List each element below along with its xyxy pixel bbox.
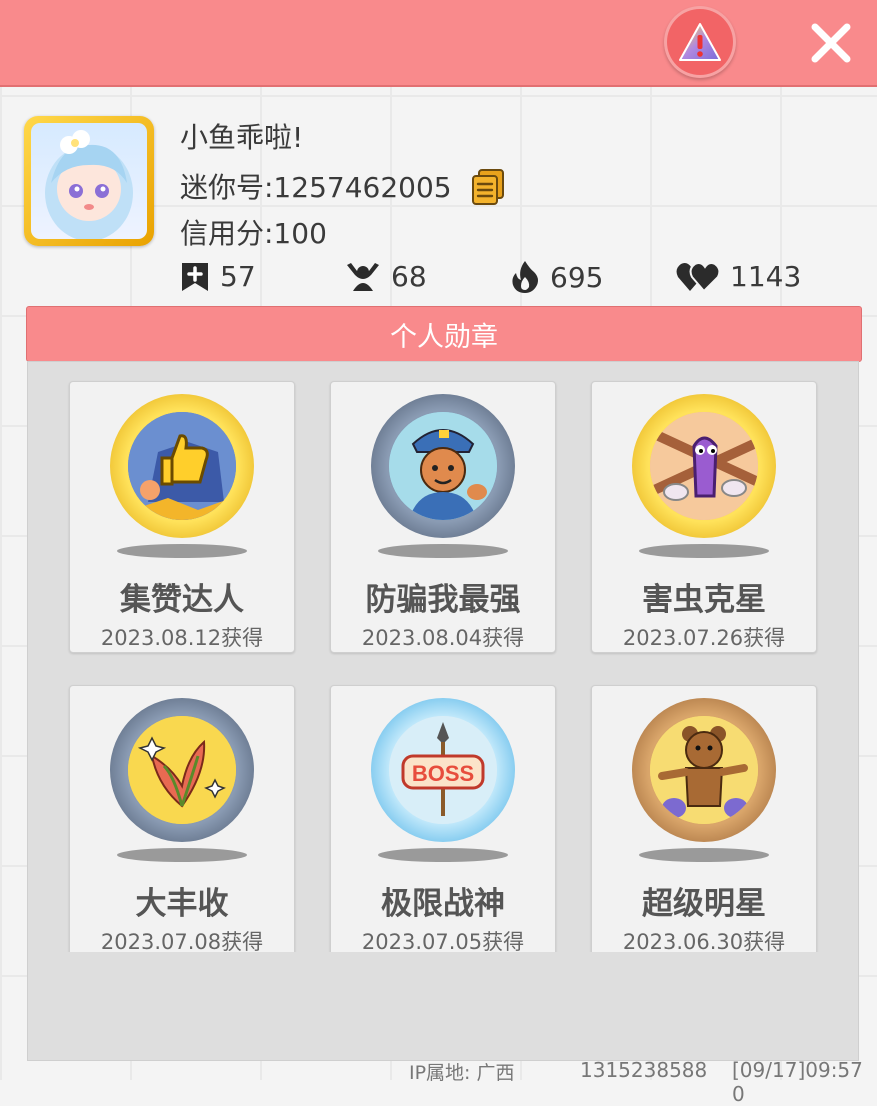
star-bear-medal-icon	[632, 698, 776, 842]
police-medal-icon	[371, 394, 515, 538]
medal-shadow	[378, 848, 508, 862]
avatar-image	[31, 123, 147, 239]
close-icon	[811, 23, 851, 63]
thumbs-up-medal-icon	[110, 394, 254, 538]
medal-date: 2023.07.26获得	[622, 626, 786, 650]
bookmark-plus-icon	[182, 262, 208, 291]
stat-likes: 1143	[676, 260, 801, 293]
medal-date: 2023.07.05获得	[361, 930, 525, 952]
stat-value: 695	[550, 260, 604, 294]
copy-icon	[471, 169, 504, 205]
stat-value: 1143	[730, 260, 802, 293]
medal-panel[interactable]: 集赞达人 2023.08.12获得 防骗我最强 2023.08.04获得 害虫克…	[27, 361, 859, 1061]
top-bar	[0, 0, 877, 87]
medal-name: 害虫克星	[642, 582, 766, 618]
medal-name: 集赞达人	[120, 582, 244, 618]
user-uid: 1315238588	[580, 1058, 708, 1082]
medal-name: 防骗我最强	[365, 582, 521, 618]
medal-name: 极限战神	[381, 886, 505, 922]
avatar[interactable]	[24, 116, 154, 246]
bug-medal-icon	[632, 394, 776, 538]
stat-popularity: 695	[510, 260, 603, 294]
timestamp: [09/17]09:57 0	[732, 1058, 863, 1106]
medal-name: 大丰收	[135, 886, 229, 922]
medal-card[interactable]: 集赞达人 2023.08.12获得	[69, 381, 295, 653]
stat-value: 57	[220, 260, 256, 293]
username: 小鱼乖啦!	[180, 121, 304, 154]
medal-shadow	[378, 544, 508, 558]
medal-date: 2023.08.04获得	[361, 626, 525, 650]
ip-location: IP属地: 广西	[409, 1062, 515, 1084]
medal-shadow	[639, 848, 769, 862]
mini-id: 迷你号:1257462005	[180, 171, 452, 204]
medal-card[interactable]: 超级明星 2023.06.30获得	[591, 685, 817, 952]
medal-name: 超级明星	[642, 886, 766, 922]
svg-text:BOSS: BOSS	[412, 761, 474, 786]
heart-icon	[676, 261, 720, 292]
medal-grid: 集赞达人 2023.08.12获得 防骗我最强 2023.08.04获得 害虫克…	[28, 362, 858, 952]
medal-card[interactable]: 大丰收 2023.07.08获得	[69, 685, 295, 952]
mini-id-row: 迷你号:1257462005	[180, 166, 506, 206]
credit-score: 信用分:100	[180, 217, 327, 250]
boss-medal-icon: BOSS	[371, 698, 515, 842]
flame-icon	[512, 261, 538, 293]
medal-shadow	[117, 544, 247, 558]
close-button[interactable]	[806, 18, 856, 68]
stat-value: 68	[391, 260, 427, 293]
section-title: 个人勋章	[390, 321, 498, 353]
harvest-medal-icon	[110, 698, 254, 842]
medal-date: 2023.06.30获得	[622, 930, 786, 952]
stat-fans: 68	[345, 260, 427, 293]
medal-card[interactable]: BOSS 极限战神 2023.07.05获得	[330, 685, 556, 952]
medal-date: 2023.08.12获得	[100, 626, 264, 650]
medal-shadow	[639, 544, 769, 558]
medal-shadow	[117, 848, 247, 862]
medal-date: 2023.07.08获得	[100, 930, 264, 952]
report-button[interactable]	[664, 6, 736, 78]
section-header: 个人勋章	[26, 306, 862, 362]
medal-card[interactable]: 害虫克星 2023.07.26获得	[591, 381, 817, 653]
stat-posts: 57	[180, 260, 256, 293]
copy-button[interactable]	[470, 168, 506, 205]
medal-card[interactable]: 防骗我最强 2023.08.04获得	[330, 381, 556, 653]
warning-icon	[679, 23, 721, 61]
cheer-person-icon	[347, 262, 379, 291]
